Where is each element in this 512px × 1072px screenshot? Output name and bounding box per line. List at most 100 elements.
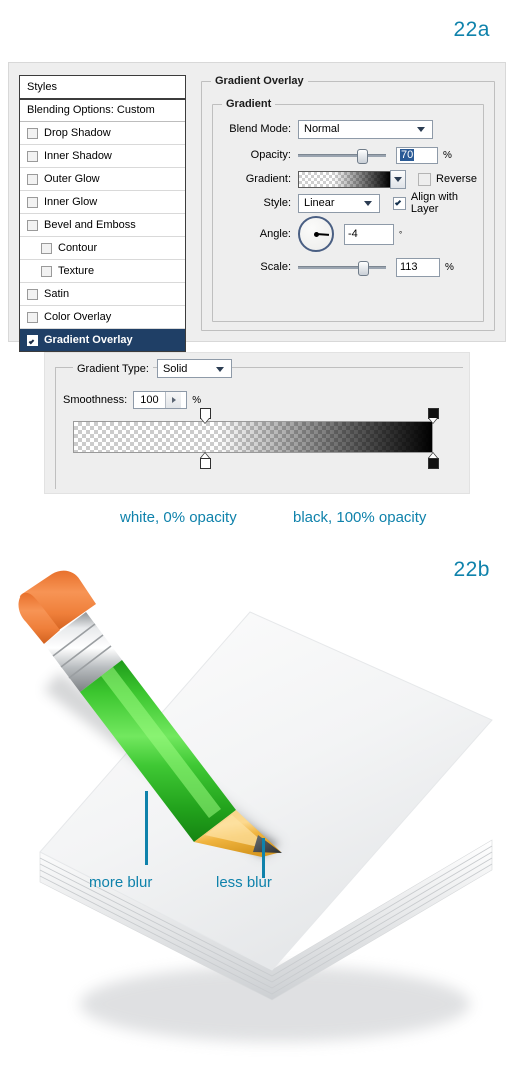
smoothness-input[interactable]: 100	[133, 391, 188, 409]
style-row-drop-shadow[interactable]: Drop Shadow	[20, 122, 185, 145]
gradient-group: Gradient Blend Mode: Normal Opacity: 70 …	[212, 98, 484, 322]
angle-dial[interactable]	[298, 216, 334, 252]
checkbox-checked-icon[interactable]	[27, 334, 38, 346]
scale-input[interactable]: 113	[396, 257, 440, 277]
style-row-label: Satin	[44, 288, 70, 300]
scale-slider[interactable]	[298, 260, 386, 276]
blending-options-row[interactable]: Blending Options: Custom	[20, 100, 185, 122]
styles-list[interactable]: Styles Blending Options: Custom Drop Sha…	[19, 75, 186, 352]
style-row-inner-shadow[interactable]: Inner Shadow	[20, 145, 185, 168]
styles-list-header: Styles	[20, 76, 185, 100]
style-row-inner-glow[interactable]: Inner Glow	[20, 191, 185, 214]
angle-input[interactable]: -4	[344, 223, 394, 245]
gradient-overlay-group: Gradient Overlay Gradient Blend Mode: No…	[201, 75, 495, 331]
scale-row: Scale: 113 %	[213, 257, 477, 277]
gradient-row: Gradient: Reverse	[213, 169, 477, 189]
style-row-label: Inner Glow	[44, 196, 98, 208]
opacity-slider-track	[298, 154, 386, 157]
opacity-value: 70	[400, 149, 415, 161]
gradient-ramp[interactable]	[73, 421, 433, 453]
style-row-contour[interactable]: Contour	[20, 237, 185, 260]
align-with-layer-label: Align with Layer	[410, 191, 458, 215]
angle-hub-icon	[313, 231, 319, 237]
chevron-down-icon	[417, 127, 425, 132]
color-stop-swatch	[200, 458, 211, 469]
caption-white-stop: white, 0% opacity	[120, 509, 237, 526]
reverse-checkbox[interactable]	[418, 172, 432, 186]
chevron-down-icon	[215, 366, 224, 372]
stop-pointer-icon	[428, 418, 438, 424]
checkbox-icon[interactable]	[27, 127, 38, 139]
style-row-label: Inner Shadow	[44, 150, 112, 162]
checkbox-icon[interactable]	[27, 173, 38, 185]
figure-label-22a: 22a	[453, 18, 490, 41]
opacity-stop-left[interactable]	[200, 408, 211, 424]
gradient-picker-chevron-down-icon[interactable]	[390, 169, 407, 189]
stop-pointer-icon	[200, 418, 210, 424]
gradient-type-value: Solid	[162, 362, 188, 375]
gradient-group-title: Gradient	[222, 98, 276, 110]
gradient-type-row: Gradient Type: Solid	[73, 359, 232, 378]
opacity-label: Opacity:	[250, 149, 291, 161]
scale-label: Scale:	[260, 261, 291, 273]
opacity-stop-right[interactable]	[428, 408, 439, 424]
gradient-type-label: Gradient Type:	[73, 362, 153, 375]
caption-more-blur: more blur	[89, 874, 153, 891]
checkbox-icon[interactable]	[41, 242, 52, 254]
gradient-type-select[interactable]: Solid	[156, 359, 232, 378]
angle-row: Angle: -4 °	[213, 215, 477, 253]
align-with-layer-checkbox[interactable]	[392, 196, 406, 210]
scale-slider-knob[interactable]	[358, 261, 369, 276]
style-row-outer-glow[interactable]: Outer Glow	[20, 168, 185, 191]
pencil-paper-illustration	[0, 552, 512, 1067]
smoothness-stepper-icon[interactable]	[164, 392, 181, 408]
scale-unit: %	[445, 261, 454, 273]
opacity-slider-knob[interactable]	[357, 149, 368, 164]
checkbox-icon[interactable]	[27, 150, 38, 162]
illustration-svg	[18, 570, 493, 1042]
color-stop-right[interactable]	[428, 452, 439, 469]
blend-mode-value: Normal	[304, 123, 340, 135]
style-row-color-overlay[interactable]: Color Overlay	[20, 306, 185, 329]
color-stop-swatch	[428, 458, 439, 469]
style-row: Style: Linear Align with Layer	[213, 191, 477, 215]
angle-value: -4	[348, 228, 358, 240]
gradient-editor-dialog: Gradient Type: Solid Smoothness: 100 %	[44, 352, 470, 494]
style-row-bevel-and-emboss[interactable]: Bevel and Emboss	[20, 214, 185, 237]
smoothness-row: Smoothness: 100 %	[63, 391, 201, 409]
style-row-satin[interactable]: Satin	[20, 283, 185, 306]
style-label: Style:	[263, 197, 291, 209]
checkbox-icon[interactable]	[27, 288, 38, 300]
gradient-preview-swatch[interactable]	[298, 170, 392, 188]
more-blur-tick	[145, 791, 148, 865]
opacity-input[interactable]: 70	[396, 146, 438, 164]
checkbox-icon[interactable]	[27, 311, 38, 323]
reverse-label: Reverse	[436, 173, 477, 185]
blend-mode-row: Blend Mode: Normal	[213, 119, 477, 139]
style-row-label: Texture	[58, 265, 95, 277]
style-row-label: Outer Glow	[44, 173, 100, 185]
gradient-overlay-pane: Gradient Overlay Gradient Blend Mode: No…	[201, 73, 495, 331]
chevron-down-icon	[363, 201, 372, 206]
checkbox-icon[interactable]	[27, 196, 38, 208]
style-row-label: Color Overlay	[44, 311, 112, 323]
style-row-label: Bevel and Emboss	[44, 219, 136, 231]
opacity-row: Opacity: 70 %	[213, 145, 477, 165]
checkbox-icon[interactable]	[27, 219, 38, 231]
style-row-texture[interactable]: Texture	[20, 260, 185, 283]
checkbox-icon[interactable]	[41, 265, 52, 277]
gradient-overlay-group-title: Gradient Overlay	[211, 75, 308, 87]
style-row-label: Drop Shadow	[44, 127, 111, 139]
opacity-slider[interactable]	[298, 148, 386, 164]
gradient-label: Gradient:	[245, 173, 291, 185]
style-select[interactable]: Linear	[298, 193, 380, 213]
style-row-gradient-overlay[interactable]: Gradient Overlay	[20, 329, 185, 351]
blend-mode-select[interactable]: Normal	[298, 119, 433, 139]
color-stop-left[interactable]	[200, 452, 211, 469]
scale-slider-track	[298, 266, 386, 269]
smoothness-value: 100	[140, 394, 159, 406]
smoothness-unit: %	[192, 394, 202, 406]
scale-value: 113	[400, 261, 418, 273]
angle-label: Angle:	[259, 228, 291, 240]
style-row-label: Gradient Overlay	[44, 334, 133, 346]
